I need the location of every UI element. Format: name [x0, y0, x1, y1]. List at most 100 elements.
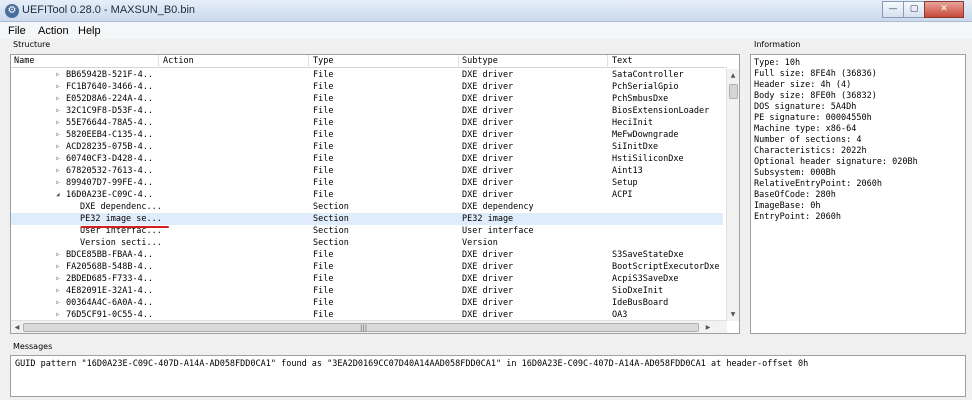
expand-arrow-icon[interactable]: ▷ — [56, 273, 64, 285]
expand-arrow-icon[interactable]: ▷ — [56, 297, 64, 309]
column-text[interactable]: Text — [612, 56, 632, 66]
info-line: ImageBase: 0h — [754, 201, 821, 211]
tree-row[interactable]: ▷ BB65942B-521F-4... File DXE driver SataCon… — [11, 69, 723, 81]
structure-horizontal-scrollbar[interactable]: ◀ ||| ▶ — [11, 320, 727, 333]
tree-cell-type: Section — [313, 214, 349, 224]
information-panel: Type: 10h Full size: 8FE4h (36836) Header … — [750, 54, 966, 334]
tree-row[interactable]: ▷ E052D8A6-224A-4... File DXE driver PchSmbu… — [11, 93, 723, 105]
tree-row[interactable]: Version secti... Section Version — [11, 237, 723, 249]
tree-row[interactable]: ▷ 2BDED685-F733-4... File DXE driver AcpiS3S… — [11, 273, 723, 285]
structure-tree[interactable]: Name Action Type Subtype Text ▷ BB65942B-… — [10, 54, 740, 334]
tree-cell-type: Section — [313, 202, 349, 212]
tree-row[interactable]: ▷ ACD28235-075B-4... File DXE driver SiInitD… — [11, 141, 723, 153]
expand-arrow-icon[interactable]: ▷ — [56, 165, 64, 177]
tree-row[interactable]: ▷ FA20568B-548B-4... File DXE driver BootScr… — [11, 261, 723, 273]
tree-cell-name: 5820EEB4-C135-4... — [66, 130, 152, 140]
expand-arrow-icon[interactable]: ▷ — [56, 129, 64, 141]
tree-cell-type: File — [313, 274, 334, 284]
tree-cell-subtype: DXE driver — [462, 286, 514, 296]
expand-arrow-icon[interactable]: ▷ — [56, 141, 64, 153]
tree-cell-subtype: DXE driver — [462, 106, 514, 116]
menu-bar: File Action Help — [0, 22, 972, 39]
expand-arrow-icon[interactable]: ▷ — [56, 261, 64, 273]
expand-arrow-icon[interactable]: ▷ — [56, 81, 64, 93]
message-line[interactable]: GUID pattern "16D0A23E-C09C-407D-A14A-AD… — [15, 359, 808, 369]
column-divider — [458, 55, 459, 68]
tree-row[interactable]: ▷ 55E76644-78A5-4... File DXE driver HeciIni… — [11, 117, 723, 129]
tree-row[interactable]: ▷ FC1B7640-3466-4... File DXE driver PchSeri… — [11, 81, 723, 93]
tree-cell-name: 55E76644-78A5-4... — [66, 118, 152, 128]
tree-cell-subtype: DXE driver — [462, 178, 514, 188]
tree-cell-text: BootScriptExecutorDxe — [612, 262, 720, 272]
tree-row[interactable]: ▷ BDCE85BB-FBAA-4... File DXE driver S3SaveS… — [11, 249, 723, 261]
expand-arrow-icon[interactable]: ▷ — [56, 117, 64, 129]
tree-cell-text: ACPI — [612, 190, 633, 200]
tree-cell-name: FA20568B-548B-4... — [66, 262, 152, 272]
info-line: Number of sections: 4 — [754, 135, 862, 145]
tree-row[interactable]: ▷ 32C1C9F8-D53F-4... File DXE driver BiosExt… — [11, 105, 723, 117]
vertical-scroll-thumb[interactable] — [729, 84, 738, 99]
tree-cell-type: File — [313, 130, 334, 140]
expand-arrow-icon[interactable]: ▷ — [56, 285, 64, 297]
tree-row[interactable]: ▷ 60740CF3-D428-4... File DXE driver HstiSil… — [11, 153, 723, 165]
tree-row[interactable]: ▷ 00364A4C-6A0A-4... File DXE driver IdeBusB… — [11, 297, 723, 309]
collapse-arrow-icon[interactable]: ◢ — [56, 189, 64, 201]
scroll-right-arrow-icon[interactable]: ▶ — [702, 321, 714, 333]
expand-arrow-icon[interactable]: ▷ — [56, 177, 64, 189]
expand-arrow-icon[interactable]: ▷ — [56, 153, 64, 165]
tree-cell-name: 4E82091E-32A1-4... — [66, 286, 152, 296]
tree-cell-type: File — [313, 70, 334, 80]
uefitool-gear-icon: ⚙ — [5, 4, 19, 18]
maximize-button[interactable]: ▢ — [903, 1, 925, 18]
tree-cell-subtype: DXE driver — [462, 154, 514, 164]
info-line: BaseOfCode: 280h — [754, 190, 836, 200]
menu-file[interactable]: File — [8, 25, 26, 37]
tree-cell-name: PE32 image se... — [80, 214, 162, 224]
column-name[interactable]: Name — [14, 56, 34, 66]
messages-panel[interactable]: GUID pattern "16D0A23E-C09C-407D-A14A-AD… — [10, 355, 966, 397]
tree-cell-subtype: DXE driver — [462, 166, 514, 176]
tree-cell-subtype: DXE driver — [462, 274, 514, 284]
structure-vertical-scrollbar[interactable]: ▲ ▼ — [726, 69, 739, 321]
horizontal-scroll-thumb[interactable]: ||| — [23, 323, 699, 332]
tree-cell-name: 899407D7-99FE-4... — [66, 178, 152, 188]
tree-row[interactable]: ▷ 899407D7-99FE-4... File DXE driver Setup — [11, 177, 723, 189]
tree-row[interactable]: ▷ 67820532-7613-4... File DXE driver Aint13 — [11, 165, 723, 177]
menu-help[interactable]: Help — [78, 25, 101, 37]
column-divider — [308, 55, 309, 68]
tree-row[interactable]: PE32 image se... Section PE32 image — [11, 213, 723, 225]
tree-cell-subtype: DXE driver — [462, 82, 514, 92]
tree-cell-name: 2BDED685-F733-4... — [66, 274, 152, 284]
info-line: EntryPoint: 2060h — [754, 212, 841, 222]
info-line: Header size: 4h (4) — [754, 80, 852, 90]
minimize-button[interactable]: — — [882, 1, 904, 18]
tree-row[interactable]: ▷ 5820EEB4-C135-4... File DXE driver MeFwDow… — [11, 129, 723, 141]
expand-arrow-icon[interactable]: ▷ — [56, 249, 64, 261]
menu-action[interactable]: Action — [38, 25, 69, 37]
tree-cell-type: File — [313, 82, 334, 92]
column-type[interactable]: Type — [313, 56, 333, 66]
info-line: PE signature: 00004550h — [754, 113, 872, 123]
close-button[interactable]: ✕ — [924, 1, 964, 18]
tree-cell-subtype: DXE driver — [462, 262, 514, 272]
tree-row[interactable]: ◢ 16D0A23E-C09C-4... File DXE driver ACPI — [11, 189, 723, 201]
expand-arrow-icon[interactable]: ▷ — [56, 105, 64, 117]
tree-cell-name: 32C1C9F8-D53F-4... — [66, 106, 152, 116]
column-subtype[interactable]: Subtype — [462, 56, 498, 66]
tree-cell-type: File — [313, 142, 334, 152]
column-action[interactable]: Action — [163, 56, 194, 66]
tree-cell-subtype: DXE driver — [462, 130, 514, 140]
scroll-down-arrow-icon[interactable]: ▼ — [727, 308, 739, 321]
tree-cell-type: File — [313, 94, 334, 104]
tree-cell-name: Version secti... — [80, 238, 162, 248]
tree-cell-type: File — [313, 118, 334, 128]
expand-arrow-icon[interactable]: ▷ — [56, 93, 64, 105]
tree-row[interactable]: ▷ 4E82091E-32A1-4... File DXE driver SioDxeI… — [11, 285, 723, 297]
expand-arrow-icon[interactable]: ▷ — [56, 69, 64, 81]
scroll-left-arrow-icon[interactable]: ◀ — [11, 321, 23, 333]
tree-cell-subtype: DXE driver — [462, 250, 514, 260]
tree-row[interactable]: DXE dependenc... Section DXE dependency — [11, 201, 723, 213]
scroll-up-arrow-icon[interactable]: ▲ — [727, 69, 739, 82]
structure-label: Structure — [13, 40, 51, 49]
tree-cell-subtype: DXE driver — [462, 190, 514, 200]
